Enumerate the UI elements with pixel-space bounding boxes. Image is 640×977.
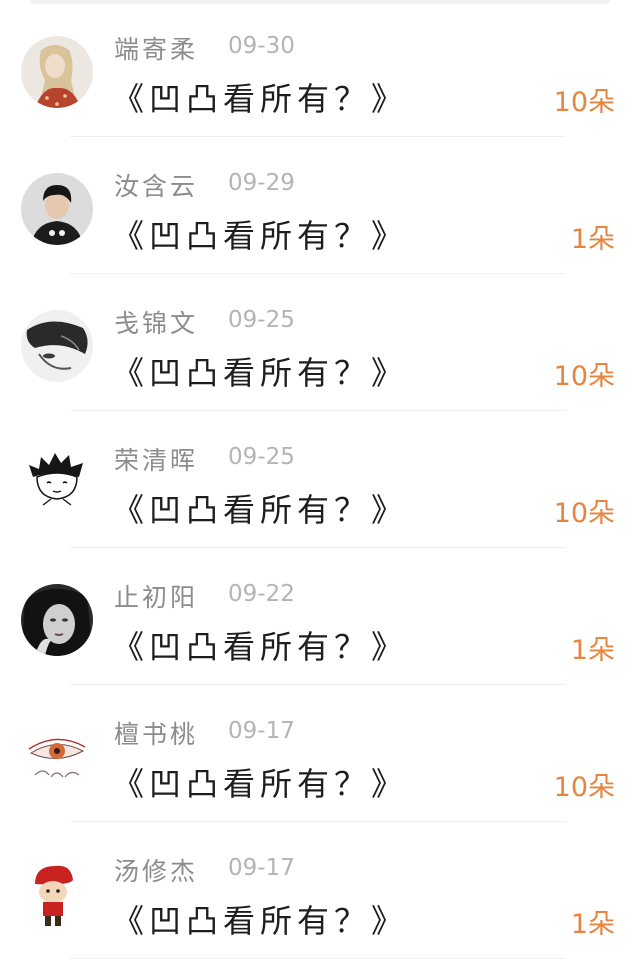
boy-photo-avatar[interactable]	[21, 173, 93, 245]
list-item[interactable]: 端寄柔 09-30 《凹凸看所有？》 10朵	[0, 0, 640, 137]
user-name: 汤修杰	[114, 857, 199, 886]
user-name: 汝含云	[114, 172, 199, 201]
list-item[interactable]: 檀书桃 09-17 《凹凸看所有？》 10朵	[0, 685, 640, 822]
user-name: 止初阳	[114, 583, 199, 612]
user-name: 荣清晖	[114, 446, 199, 475]
post-date: 09-17	[228, 855, 295, 881]
gift-title: 《凹凸看所有？》	[112, 902, 409, 940]
list-item[interactable]: 汤修杰 09-17 《凹凸看所有？》 1朵	[0, 822, 640, 959]
user-name: 端寄柔	[114, 35, 199, 64]
flower-count: 10朵	[553, 498, 615, 529]
flower-count: 10朵	[553, 772, 615, 803]
gift-title: 《凹凸看所有？》	[112, 354, 409, 392]
flower-count: 10朵	[553, 361, 615, 392]
cartoon-boy-avatar[interactable]	[21, 447, 93, 519]
cartoon-chef-avatar[interactable]	[21, 858, 93, 930]
gift-title: 《凹凸看所有？》	[112, 491, 409, 529]
post-date: 09-25	[228, 444, 295, 470]
list-item[interactable]: 荣清晖 09-25 《凹凸看所有？》 10朵	[0, 411, 640, 548]
list-item[interactable]: 止初阳 09-22 《凹凸看所有？》 1朵	[0, 548, 640, 685]
list-item[interactable]: 戋锦文 09-25 《凹凸看所有？》 10朵	[0, 274, 640, 411]
user-name: 戋锦文	[114, 309, 199, 338]
list-item[interactable]: 汝含云 09-29 《凹凸看所有？》 1朵	[0, 137, 640, 274]
flower-count: 1朵	[570, 224, 615, 255]
eye-sketch-avatar[interactable]	[21, 721, 93, 793]
gift-title: 《凹凸看所有？》	[112, 217, 409, 255]
divider	[70, 958, 565, 959]
post-date: 09-29	[228, 170, 295, 196]
flower-count: 1朵	[570, 909, 615, 940]
girl-drawing-avatar[interactable]	[21, 36, 93, 108]
gift-title: 《凹凸看所有？》	[112, 80, 409, 118]
flower-count: 1朵	[570, 635, 615, 666]
post-date: 09-22	[228, 581, 295, 607]
gift-title: 《凹凸看所有？》	[112, 765, 409, 803]
woman-photo-avatar[interactable]	[21, 584, 93, 656]
post-date: 09-30	[228, 33, 295, 59]
post-date: 09-17	[228, 718, 295, 744]
face-sketch-avatar[interactable]	[21, 310, 93, 382]
user-name: 檀书桃	[114, 720, 199, 749]
gift-title: 《凹凸看所有？》	[112, 628, 409, 666]
post-date: 09-25	[228, 307, 295, 333]
flower-count: 10朵	[553, 87, 615, 118]
